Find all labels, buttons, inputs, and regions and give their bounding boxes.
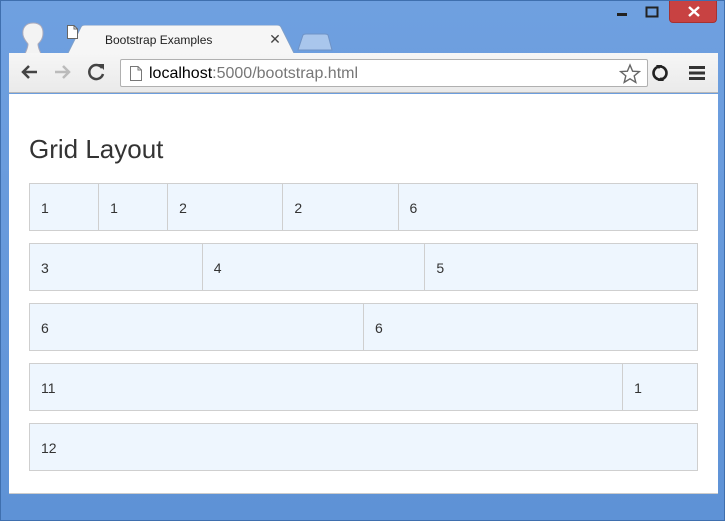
grid-cell: 4 [202,243,426,291]
forward-arrow-icon[interactable] [51,61,73,83]
page-icon [130,66,142,81]
page-viewport: Grid Layout 1 1 2 2 6 3 4 5 6 6 11 1 12 [9,94,718,494]
grid-row: 66 [29,303,698,351]
star-icon[interactable] [619,63,641,85]
maximize-button[interactable] [637,1,667,23]
title-bar: Bootstrap Examples ✕ [1,1,724,55]
url-host: localhost [149,65,213,82]
grid-cell: 2 [283,183,399,231]
grid-row: 345 [29,243,698,291]
back-arrow-icon[interactable] [19,61,41,83]
browser-toolbar: localhost:5000/bootstrap.html [9,53,718,93]
url-text: localhost:5000/bootstrap.html [149,65,358,83]
tab-bootstrap-examples[interactable]: Bootstrap Examples ✕ [67,25,295,55]
page-title: Grid Layout [29,134,164,164]
grid-cell: 1 [99,183,169,231]
extension-icon[interactable] [649,62,671,84]
grid-cell: 6 [29,303,364,351]
reload-icon[interactable] [85,61,107,83]
user-avatar-icon[interactable] [19,21,47,55]
page-icon [67,25,78,39]
grid-layout: 1 1 2 2 6 3 4 5 6 6 11 1 12 [29,183,698,483]
grid-row: 11226 [29,183,698,231]
grid-cell: 6 [398,183,698,231]
url-path: :5000/bootstrap.html [212,65,359,82]
grid-cell: 12 [29,423,698,471]
tab-close-icon[interactable]: ✕ [268,31,282,47]
grid-cell: 11 [29,363,624,411]
grid-cell: 5 [425,243,698,291]
tab-title: Bootstrap Examples [105,33,213,47]
grid-row: 11 1 [29,363,698,411]
grid-cell: 6 [364,303,698,351]
grid-cell: 1 [623,363,698,411]
grid-cell: 3 [29,243,203,291]
grid-row: 12 [29,423,698,471]
minimize-button[interactable] [607,1,637,23]
grid-cell: 2 [168,183,284,231]
window-close-button[interactable] [669,1,717,23]
hamburger-menu-icon[interactable] [687,63,707,83]
grid-cell: 1 [29,183,100,231]
new-tab-button[interactable] [297,33,333,51]
browser-window: Bootstrap Examples ✕ localhost:5000/boot… [0,0,725,521]
address-bar[interactable]: localhost:5000/bootstrap.html [120,59,648,87]
